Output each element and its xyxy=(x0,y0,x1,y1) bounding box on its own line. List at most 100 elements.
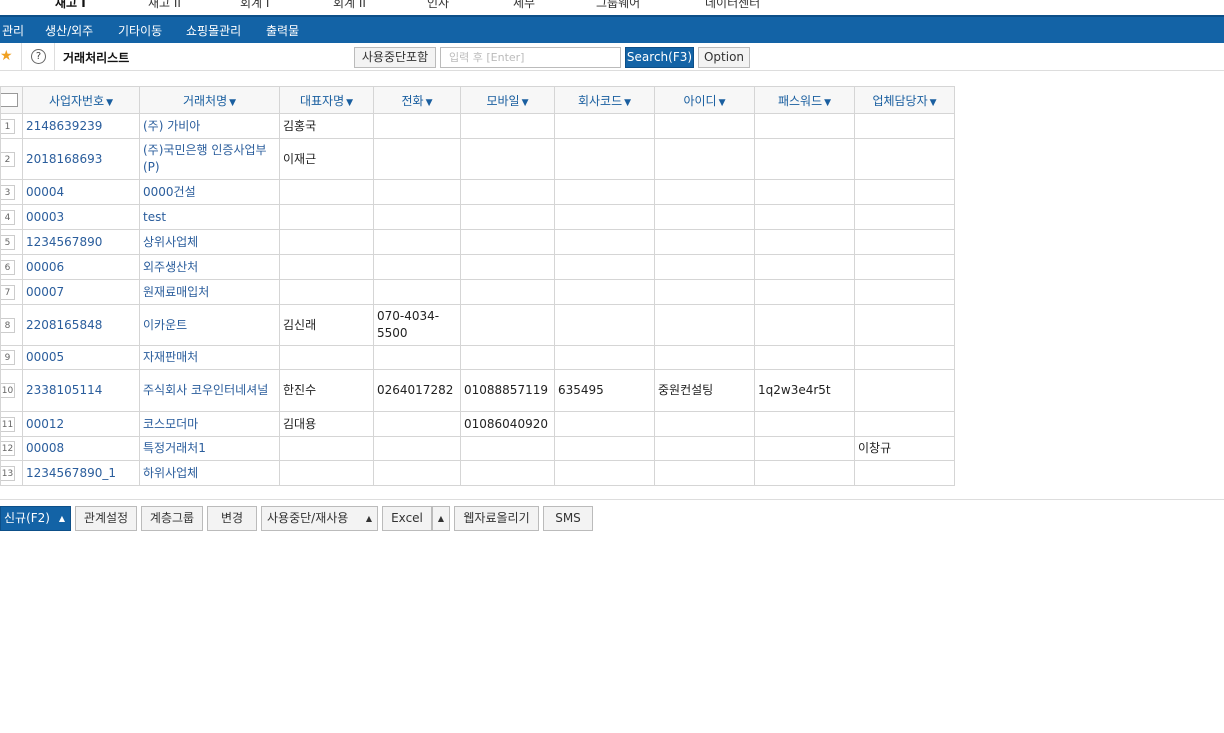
search-input[interactable] xyxy=(440,47,621,68)
password-cell[interactable] xyxy=(754,436,855,461)
representative-cell[interactable]: 김홍국 xyxy=(279,113,374,139)
company-code-cell[interactable] xyxy=(554,254,655,280)
client-name-cell[interactable]: (주)국민은행 인증사업부(P) xyxy=(139,138,280,180)
table-row[interactable]: 13 1234567890_1 하위사업체 xyxy=(0,460,955,486)
top-nav-item[interactable]: 재고 I xyxy=(55,0,86,11)
company-code-cell[interactable] xyxy=(554,345,655,370)
include-inactive-button[interactable]: 사용중단포함 xyxy=(354,47,436,68)
password-cell[interactable] xyxy=(754,304,855,346)
column-header-client-name[interactable]: 거래처명 ▼ xyxy=(139,86,280,114)
business-number-cell[interactable]: 00007 xyxy=(22,279,140,305)
column-header-representative[interactable]: 대표자명 ▼ xyxy=(279,86,374,114)
business-number-cell[interactable]: 00005 xyxy=(22,345,140,370)
menu-item-shopping-mall[interactable]: 쇼핑몰관리 xyxy=(186,22,241,39)
representative-cell[interactable] xyxy=(279,179,374,205)
representative-cell[interactable]: 한진수 xyxy=(279,369,374,412)
representative-cell[interactable]: 김대용 xyxy=(279,411,374,437)
company-code-cell[interactable] xyxy=(554,460,655,486)
mobile-cell[interactable] xyxy=(460,345,555,370)
representative-cell[interactable]: 이재근 xyxy=(279,138,374,180)
phone-cell[interactable] xyxy=(373,254,461,280)
user-id-cell[interactable] xyxy=(654,304,755,346)
business-number-cell[interactable]: 1234567890 xyxy=(22,229,140,255)
company-code-cell[interactable] xyxy=(554,204,655,230)
user-id-cell[interactable] xyxy=(654,460,755,486)
password-cell[interactable] xyxy=(754,254,855,280)
column-header-user-id[interactable]: 아이디 ▼ xyxy=(654,86,755,114)
search-button[interactable]: Search(F3) xyxy=(625,47,694,68)
user-id-cell[interactable] xyxy=(654,254,755,280)
mobile-cell[interactable] xyxy=(460,113,555,139)
contact-person-cell[interactable] xyxy=(854,254,955,280)
client-name-cell[interactable]: 원재료매입처 xyxy=(139,279,280,305)
business-number-cell[interactable]: 1234567890_1 xyxy=(22,460,140,486)
phone-cell[interactable] xyxy=(373,229,461,255)
top-nav-item[interactable]: 데이터센터 xyxy=(705,0,760,11)
phone-cell[interactable] xyxy=(373,138,461,180)
help-icon[interactable]: ? xyxy=(31,49,46,64)
mobile-cell[interactable] xyxy=(460,138,555,180)
company-code-cell[interactable] xyxy=(554,279,655,305)
phone-cell[interactable] xyxy=(373,460,461,486)
contact-person-cell[interactable] xyxy=(854,138,955,180)
change-button[interactable]: 변경 xyxy=(207,506,257,531)
menu-item-other-move[interactable]: 기타이동 xyxy=(118,22,162,39)
contact-person-cell[interactable] xyxy=(854,304,955,346)
company-code-cell[interactable] xyxy=(554,179,655,205)
mobile-cell[interactable]: 01088857119 xyxy=(460,369,555,412)
phone-cell[interactable] xyxy=(373,345,461,370)
client-name-cell[interactable]: 주식회사 코우인터네셔널 xyxy=(139,369,280,412)
mobile-cell[interactable] xyxy=(460,436,555,461)
representative-cell[interactable] xyxy=(279,229,374,255)
client-name-cell[interactable]: 외주생산처 xyxy=(139,254,280,280)
password-cell[interactable] xyxy=(754,138,855,180)
business-number-cell[interactable]: 00008 xyxy=(22,436,140,461)
table-row[interactable]: 9 00005 자재판매처 xyxy=(0,345,955,370)
hierarchy-group-button[interactable]: 계층그룹 xyxy=(141,506,203,531)
client-name-cell[interactable]: 코스모더마 xyxy=(139,411,280,437)
option-button[interactable]: Option xyxy=(698,47,750,68)
menu-item-printouts[interactable]: 출력물 xyxy=(266,22,299,39)
column-header-password[interactable]: 패스워드 ▼ xyxy=(754,86,855,114)
phone-cell[interactable] xyxy=(373,204,461,230)
client-name-cell[interactable]: 이카운트 xyxy=(139,304,280,346)
representative-cell[interactable] xyxy=(279,204,374,230)
representative-cell[interactable] xyxy=(279,436,374,461)
password-cell[interactable] xyxy=(754,204,855,230)
phone-cell[interactable] xyxy=(373,411,461,437)
client-name-cell[interactable]: test xyxy=(139,204,280,230)
company-code-cell[interactable] xyxy=(554,138,655,180)
column-header-phone[interactable]: 전화 ▼ xyxy=(373,86,461,114)
table-row[interactable]: 6 00006 외주생산처 xyxy=(0,254,955,280)
business-number-cell[interactable]: 00004 xyxy=(22,179,140,205)
representative-cell[interactable]: 김신래 xyxy=(279,304,374,346)
top-nav-item[interactable]: 회계 II xyxy=(333,0,366,11)
company-code-cell[interactable] xyxy=(554,436,655,461)
contact-person-cell[interactable] xyxy=(854,279,955,305)
mobile-cell[interactable] xyxy=(460,279,555,305)
table-row[interactable]: 1 2148639239 (주) 가비아 김홍국 xyxy=(0,113,955,139)
mobile-cell[interactable] xyxy=(460,204,555,230)
user-id-cell[interactable] xyxy=(654,179,755,205)
business-number-cell[interactable]: 00012 xyxy=(22,411,140,437)
select-all-checkbox[interactable] xyxy=(0,93,18,107)
password-cell[interactable] xyxy=(754,179,855,205)
excel-button[interactable]: Excel xyxy=(382,506,432,531)
password-cell[interactable] xyxy=(754,411,855,437)
sms-button[interactable]: SMS xyxy=(543,506,593,531)
business-number-cell[interactable]: 00006 xyxy=(22,254,140,280)
column-header-business-number[interactable]: 사업자번호 ▼ xyxy=(22,86,140,114)
contact-person-cell[interactable] xyxy=(854,411,955,437)
client-name-cell[interactable]: 하위사업체 xyxy=(139,460,280,486)
table-row[interactable]: 5 1234567890 상위사업체 xyxy=(0,229,955,255)
business-number-cell[interactable]: 00003 xyxy=(22,204,140,230)
company-code-cell[interactable] xyxy=(554,113,655,139)
business-number-cell[interactable]: 2338105114 xyxy=(22,369,140,412)
representative-cell[interactable] xyxy=(279,279,374,305)
phone-cell[interactable] xyxy=(373,436,461,461)
password-cell[interactable]: 1q2w3e4r5t xyxy=(754,369,855,412)
password-cell[interactable] xyxy=(754,279,855,305)
phone-cell[interactable] xyxy=(373,279,461,305)
star-icon[interactable]: ★ xyxy=(0,48,13,64)
contact-person-cell[interactable] xyxy=(854,345,955,370)
